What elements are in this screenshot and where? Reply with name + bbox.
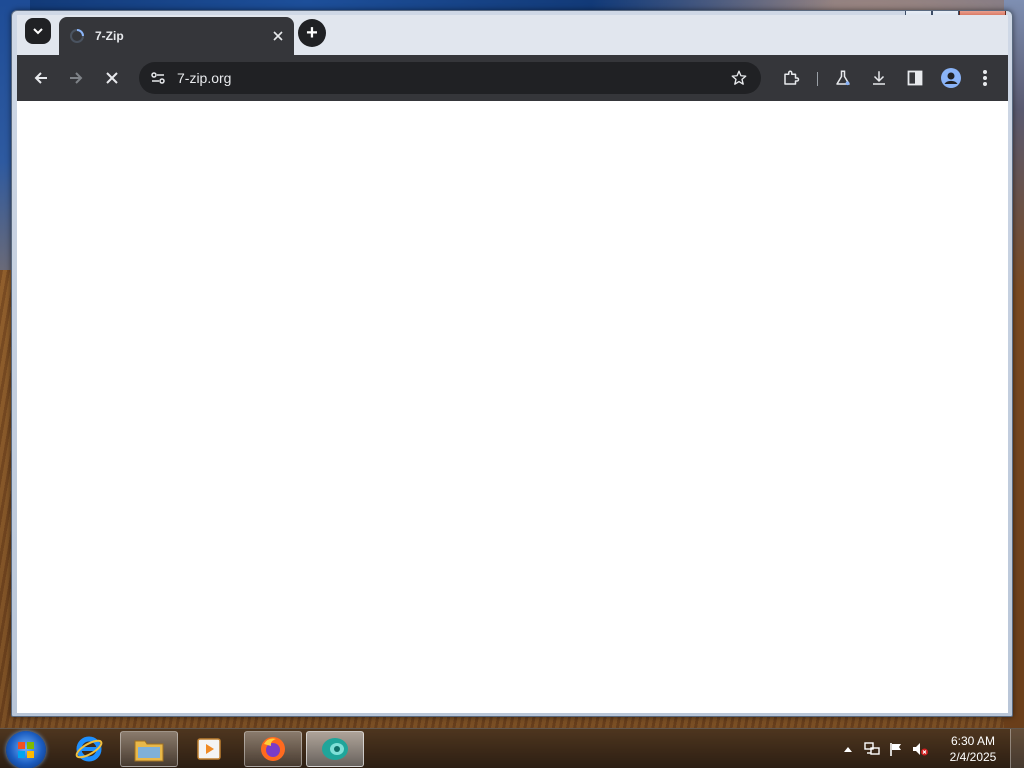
page-content[interactable] — [17, 101, 1008, 713]
clock-date: 2/4/2025 — [949, 750, 997, 764]
loading-spinner-icon — [70, 29, 84, 43]
avatar-icon — [941, 68, 961, 88]
show-hidden-icons-button[interactable] — [837, 738, 859, 760]
network-status-button[interactable] — [861, 738, 883, 760]
taskbar-chrome[interactable] — [306, 731, 364, 767]
tab-search-button[interactable] — [25, 18, 51, 44]
system-tray: 6:30 AM 2/4/2025 — [836, 729, 1024, 768]
firefox-icon — [261, 737, 285, 761]
download-icon — [873, 71, 885, 85]
taskbar-internet-explorer[interactable] — [60, 731, 118, 767]
back-button[interactable] — [27, 64, 55, 92]
downloads-button[interactable] — [865, 64, 893, 92]
sidebar-icon — [907, 70, 923, 86]
tab-7zip[interactable]: 7-Zip — [59, 17, 294, 55]
arrow-left-icon — [34, 72, 47, 84]
flag-icon — [890, 743, 901, 756]
chrome-app-icon — [322, 738, 348, 760]
flask-icon — [836, 70, 850, 86]
address-bar[interactable]: 7-zip.org — [139, 62, 761, 94]
taskbar: 6:30 AM 2/4/2025 — [0, 728, 1024, 768]
clock-time: 6:30 AM — [950, 734, 996, 748]
tab-close-button[interactable] — [270, 28, 286, 44]
url-text[interactable]: 7-zip.org — [177, 70, 725, 86]
tune-icon — [151, 72, 165, 84]
toolbar-separator — [817, 72, 818, 86]
forward-button[interactable] — [62, 64, 90, 92]
site-info-button[interactable] — [149, 69, 167, 87]
chevron-down-icon — [33, 28, 43, 35]
labs-button[interactable] — [829, 64, 857, 92]
volume-button[interactable] — [909, 738, 931, 760]
stop-loading-button[interactable] — [98, 64, 126, 92]
new-tab-button[interactable]: + — [298, 19, 326, 47]
profile-button[interactable] — [937, 64, 965, 92]
volume-muted-icon — [913, 743, 928, 756]
star-icon — [731, 70, 747, 85]
menu-button[interactable] — [971, 64, 999, 92]
tab-title: 7-Zip — [95, 29, 124, 43]
puzzle-icon — [784, 70, 800, 85]
network-icon — [864, 742, 880, 755]
browser-toolbar: 7-zip.org — [17, 55, 1008, 101]
plus-icon: + — [306, 21, 318, 44]
more-vert-icon — [983, 70, 987, 86]
tab-strip: 7-Zip + — [17, 15, 1008, 55]
chrome-browser: 7-Zip + 7-zip.org — [17, 15, 1008, 713]
arrow-right-icon — [70, 72, 83, 84]
taskbar-windows-explorer[interactable] — [120, 731, 178, 767]
show-desktop-button[interactable] — [1010, 729, 1024, 768]
close-icon — [106, 72, 118, 84]
chevron-up-icon — [844, 747, 852, 752]
start-button[interactable] — [6, 731, 46, 768]
close-icon — [273, 31, 283, 41]
browser-window: 7-Zip + 7-zip.org — [11, 10, 1013, 717]
folder-icon — [134, 740, 164, 762]
taskbar-media-player[interactable] — [180, 731, 238, 767]
action-center-button[interactable] — [885, 738, 907, 760]
extensions-button[interactable] — [777, 64, 805, 92]
side-panel-button[interactable] — [901, 64, 929, 92]
bookmark-button[interactable] — [725, 64, 753, 92]
internet-explorer-icon — [75, 736, 103, 762]
media-player-icon — [197, 738, 221, 760]
windows-logo-icon — [18, 742, 34, 758]
system-clock[interactable]: 6:30 AM 2/4/2025 — [938, 733, 1008, 765]
taskbar-firefox[interactable] — [244, 731, 302, 767]
